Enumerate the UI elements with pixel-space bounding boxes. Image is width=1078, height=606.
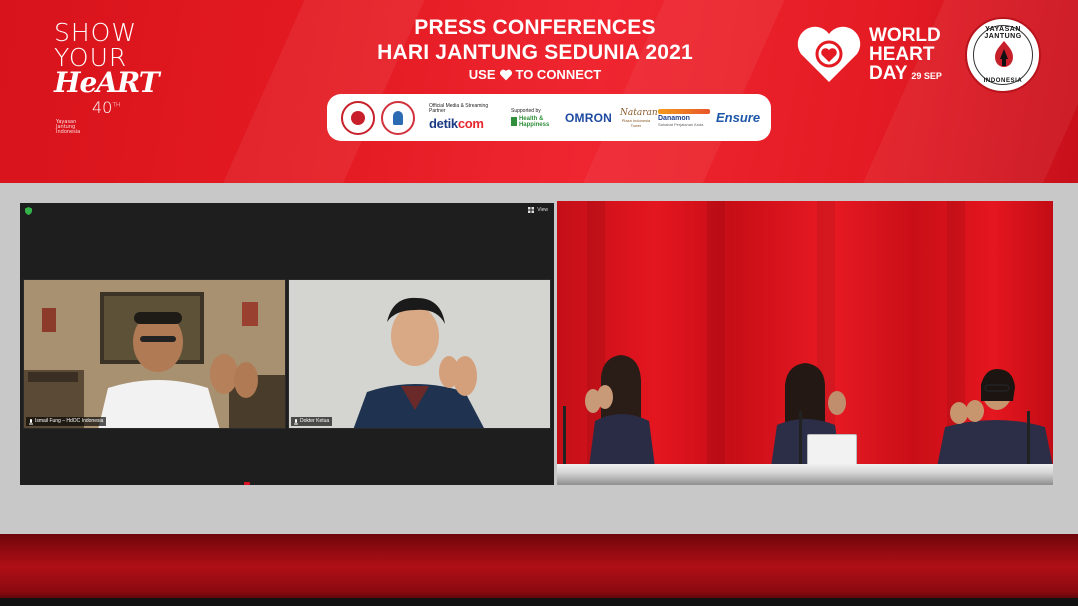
anniversary-caption: Yayasan Jantung Indonesia xyxy=(56,119,81,135)
hh-text: Health & Happiness xyxy=(518,115,550,128)
show-your-heart-logo: SHOW YOUR HeART 40THYayasan Jantung Indo… xyxy=(54,18,160,136)
tagline-left: USE xyxy=(468,67,496,82)
participant-video-feed xyxy=(24,280,285,428)
anniversary-sup: TH xyxy=(112,101,121,109)
media-partner-caption: Official Media & Streaming Partner xyxy=(429,103,489,114)
world-heart-day-text: WORLD HEART DAY 29 SEP xyxy=(869,26,942,83)
footer-stage-strip xyxy=(0,534,1078,606)
omron-logo: OMRON xyxy=(565,110,612,125)
supported-by: Supported by Health & Happiness xyxy=(511,108,561,128)
yji-emblem-icon xyxy=(995,41,1013,67)
anniversary-number: 40TH xyxy=(92,98,121,117)
com-text: com xyxy=(457,116,484,131)
world-heart-day-heart-icon xyxy=(797,26,861,82)
participant-name: Ismail Fung – HdOC Indonesia xyxy=(35,418,104,424)
whd-date: 29 SEP xyxy=(911,71,942,81)
danamon-logo: Danamon Sahabat Perjalanan Anda xyxy=(658,108,710,127)
show-heart-line1: SHOW xyxy=(54,18,138,47)
nataran-sub: Plaza Indonesia Tower xyxy=(621,117,651,128)
whd-line3: DAY xyxy=(869,63,908,84)
whd-line1: WORLD xyxy=(869,25,941,46)
microphone-icon xyxy=(294,418,298,424)
supported-by-caption: Supported by xyxy=(511,107,541,114)
grid-view-icon xyxy=(528,207,535,213)
participant-video-tile[interactable]: Ismail Fung – HdOC Indonesia xyxy=(23,279,286,429)
view-button[interactable]: View xyxy=(528,207,548,213)
detik-text: detik xyxy=(429,116,458,131)
yji-bottom-text: INDONESIA xyxy=(983,78,1023,84)
event-banner: SHOW YOUR HeART 40THYayasan Jantung Indo… xyxy=(0,0,1078,183)
title-line-2: HARI JANTUNG SEDUNIA 2021 xyxy=(377,41,693,64)
detikcom-logo: detikcom xyxy=(429,116,501,131)
participant-name-label: Ismail Fung – HdOC Indonesia xyxy=(26,417,107,426)
nataran-logo: Nataran Plaza Indonesia Tower xyxy=(620,107,658,128)
danamon-bar-icon xyxy=(658,108,710,114)
view-label: View xyxy=(537,207,548,213)
whd-day-line: DAY 29 SEP xyxy=(869,64,942,83)
tagline-right: TO CONNECT xyxy=(515,67,602,82)
media-partner: Official Media & Streaming Partner detik… xyxy=(429,103,501,132)
participant-name: Dokter Ketua xyxy=(300,418,330,424)
sponsor-bar: Official Media & Streaming Partner detik… xyxy=(327,94,771,141)
participant-video-tile[interactable]: Dokter Ketua xyxy=(288,279,551,429)
organizer-emblem-icon xyxy=(341,100,375,135)
participant-video-feed xyxy=(289,280,550,428)
perki-emblem-icon xyxy=(381,100,415,135)
ensure-logo: Ensure xyxy=(716,110,761,125)
laptop xyxy=(807,434,857,467)
show-heart-line3: HeART xyxy=(54,66,160,99)
zoom-topbar: View xyxy=(20,203,554,219)
press-conference-title: PRESS CONFERENCES HARI JANTUNG SEDUNIA 2… xyxy=(330,16,740,84)
yayasan-jantung-indonesia-logo: YAYASAN JANTUNG INDONESIA xyxy=(965,17,1041,93)
studio-video-feed xyxy=(557,201,1053,485)
microphone-icon xyxy=(29,418,33,424)
whd-line2: HEART xyxy=(869,44,935,65)
title-line-1: PRESS CONFERENCES xyxy=(414,16,656,39)
heart-icon xyxy=(499,69,512,81)
participant-name-label: Dokter Ketua xyxy=(291,417,333,426)
anniversary-number-value: 40 xyxy=(92,98,113,117)
security-shield-icon[interactable] xyxy=(25,207,32,215)
studio-desk xyxy=(557,464,1053,485)
danamon-sub: Sahabat Perjalanan Anda xyxy=(658,121,704,127)
recording-indicator xyxy=(244,482,250,485)
health-happiness-logo: Health & Happiness xyxy=(511,116,561,128)
footer-black-band xyxy=(0,598,1078,606)
tagline: USE TO CONNECT xyxy=(330,66,740,84)
hh-icon xyxy=(511,117,517,126)
studio-presenters xyxy=(563,355,1053,467)
nataran-text: Nataran xyxy=(620,107,658,118)
zoom-meeting-window: View Ismail Fung – HdOC Indonesia Dokter… xyxy=(20,203,554,485)
danamon-text: Danamon xyxy=(658,114,690,122)
